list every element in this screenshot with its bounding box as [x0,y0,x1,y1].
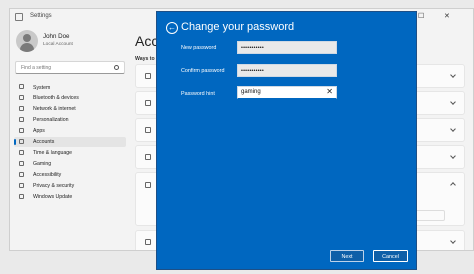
wifi-icon [19,105,24,111]
password-hint-label: Password hint [181,91,215,97]
sidebar-item-bluetooth[interactable]: Bluetooth & devices [14,93,126,103]
face-icon [145,73,151,79]
picture-password-icon [145,239,151,245]
confirm-password-field[interactable]: ••••••••••• [237,64,337,77]
accessibility-icon [19,171,24,177]
chevron-down-icon [450,238,456,244]
chevron-down-icon [450,99,456,105]
bluetooth-icon [19,94,24,100]
password-hint-value: gaming [241,89,261,95]
page-subtitle: Ways to [135,56,155,62]
chevron-down-icon [450,72,456,78]
sidebar-item-personalization[interactable]: Personalization [14,115,126,125]
sidebar-item-privacy[interactable]: Privacy & security [14,181,126,191]
change-password-button[interactable] [415,210,445,221]
sidebar-item-label: Personalization [33,117,69,124]
chevron-down-icon [450,153,456,159]
update-icon [19,193,24,199]
apps-icon [19,127,24,133]
brush-icon [19,116,24,122]
sidebar-item-accounts[interactable]: Accounts [14,136,126,148]
close-window-button[interactable]: ✕ [444,12,450,20]
sidebar-item-label: Privacy & security [33,183,75,190]
user-account-type: Local Account [43,42,73,47]
settings-app-icon [15,13,23,21]
sidebar-item-label: Bluetooth & devices [33,95,79,102]
sidebar-item-network[interactable]: Network & internet [14,104,126,114]
user-name: John Doe [43,33,70,40]
sidebar-item-label: Windows Update [33,194,73,201]
sidebar-item-windows-update[interactable]: Windows Update [14,192,126,202]
sidebar-item-label: Network & internet [33,106,76,113]
new-password-label: New password [181,45,217,51]
search-input[interactable]: Find a setting [15,61,125,74]
sidebar-item-accessibility[interactable]: Accessibility [14,170,126,180]
maximize-button[interactable]: ☐ [418,12,424,20]
pin-icon [145,127,151,133]
new-password-field[interactable]: ••••••••••• [237,41,337,54]
back-arrow-icon[interactable]: ← [166,22,178,34]
sidebar-item-system[interactable]: System [14,82,126,92]
chevron-up-icon [450,182,456,188]
clock-icon [19,149,24,155]
sidebar-nav: System Bluetooth & devices Network & int… [14,82,126,203]
fingerprint-icon [145,100,151,106]
cancel-button[interactable]: Cancel [373,250,408,262]
sidebar-item-label: Accounts [33,139,55,146]
chevron-down-icon [450,126,456,132]
key-icon [145,182,151,188]
avatar[interactable] [16,30,38,52]
shield-icon [19,182,24,188]
search-placeholder: Find a setting [21,65,52,71]
change-password-dialog: ← Change your password New password ••••… [156,11,417,270]
window-title: Settings [30,13,52,19]
confirm-password-label: Confirm password [181,68,225,74]
sidebar-item-label: Accessibility [33,172,62,179]
dialog-title: Change your password [181,21,295,33]
sidebar-item-label: System [33,84,51,91]
security-key-icon [145,154,151,160]
sidebar-item-label: Apps [33,128,45,135]
sidebar-item-time-language[interactable]: Time & language [14,148,126,158]
clear-text-icon[interactable]: ✕ [326,87,333,96]
sidebar-item-gaming[interactable]: Gaming [14,159,126,169]
sidebar-item-label: Gaming [33,161,52,168]
sidebar-item-apps[interactable]: Apps [14,126,126,136]
password-hint-field[interactable]: gaming ✕ [237,86,337,99]
monitor-icon [19,84,24,89]
next-button[interactable]: Next [330,250,364,262]
person-icon [19,138,24,144]
sidebar-item-label: Time & language [33,150,73,157]
gamepad-icon [19,160,24,166]
search-icon [114,65,119,70]
